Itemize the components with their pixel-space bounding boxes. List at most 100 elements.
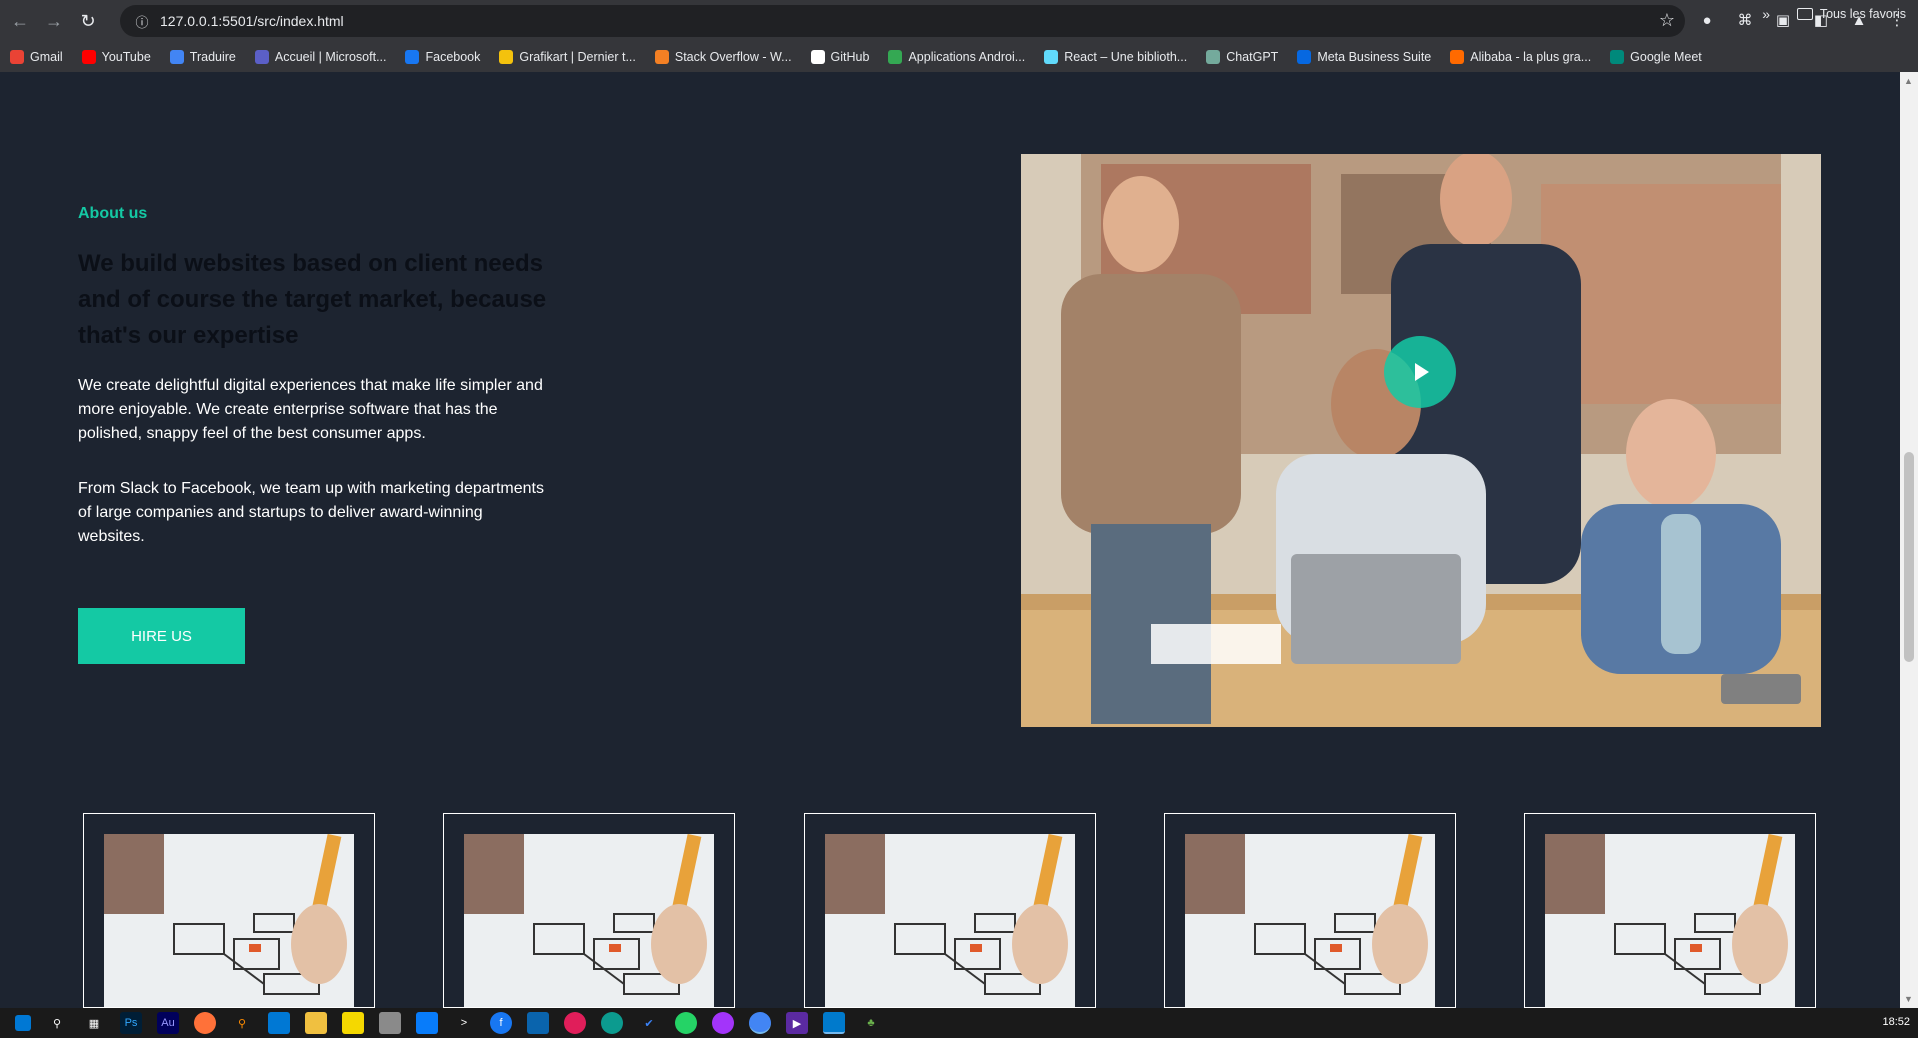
project-card[interactable] (83, 813, 375, 1008)
bookmark-item[interactable]: ChatGPT (1206, 50, 1278, 64)
bookmark-label: Facebook (425, 50, 481, 64)
bookmark-item[interactable]: Alibaba - la plus gra... (1450, 50, 1591, 64)
scroll-down-icon[interactable]: ▼ (1904, 994, 1913, 1004)
bookmarks-bar: Gmail YouTube Traduire Accueil | Microsoft.… (0, 42, 1918, 72)
project-card[interactable] (1524, 813, 1816, 1008)
bookmark-favicon-icon (1044, 50, 1059, 64)
bookmark-label: Alibaba - la plus gra... (1470, 50, 1592, 64)
project-card[interactable] (443, 813, 735, 1008)
media-player-icon[interactable]: ▶ (786, 1012, 808, 1034)
bookmark-item[interactable]: Traduire (169, 50, 236, 64)
site-info-icon[interactable]: ⓘ (126, 5, 158, 37)
audition-icon[interactable]: Au (157, 1012, 179, 1034)
bookmark-label: Accueil | Microsoft... (274, 50, 387, 64)
whatsapp-icon[interactable] (675, 1012, 697, 1034)
bookmark-label: Google Meet (1630, 50, 1702, 64)
url-text[interactable]: 127.0.0.1:5501/src/index.html (160, 13, 344, 29)
wireframe-sketch-image (825, 834, 1075, 1007)
folder-icon (1796, 8, 1813, 20)
bookmark-item[interactable]: Meta Business Suite (1297, 50, 1431, 64)
bookmark-item[interactable]: GitHub (810, 50, 870, 64)
file-explorer-icon[interactable] (305, 1012, 327, 1034)
bookmark-label: GitHub (830, 50, 870, 64)
webstorm-icon[interactable] (416, 1012, 438, 1034)
app-icon[interactable] (379, 1012, 401, 1034)
all-bookmarks-label: Tous les favoris (1819, 7, 1906, 21)
back-icon[interactable]: ← (6, 7, 34, 35)
reload-icon[interactable]: ↻ (74, 7, 102, 35)
about-label: About us (78, 205, 148, 222)
firefox-icon[interactable] (194, 1012, 216, 1034)
bookmark-item[interactable]: Facebook (405, 50, 480, 64)
wireframe-sketch-image (104, 834, 354, 1007)
wireframe-sketch-image (1185, 834, 1435, 1007)
bookmark-favicon-icon (1610, 50, 1625, 64)
todo-icon[interactable]: ✔ (638, 1012, 660, 1034)
edge-icon[interactable] (601, 1012, 623, 1034)
about-paragraph-1: We create delightful digital experiences… (78, 377, 543, 442)
hire-us-button[interactable]: HIRE US (78, 608, 245, 664)
bookmark-favicon-icon (1206, 50, 1221, 64)
bookmark-favicon-icon (254, 50, 269, 64)
bookmark-favicon-icon (169, 50, 184, 64)
facebook-icon[interactable]: f (490, 1012, 512, 1034)
bookmark-item[interactable]: Accueil | Microsoft... (254, 50, 387, 64)
bookmark-item[interactable]: Applications Androi... (888, 50, 1025, 64)
bookmark-favicon-icon (654, 50, 669, 64)
taskbar-clock: 18:52 (1882, 1016, 1910, 1028)
photoshop-icon[interactable]: Ps (120, 1012, 142, 1034)
address-bar[interactable]: ⓘ 127.0.0.1:5501/src/index.html ☆ (120, 5, 1685, 37)
about-headline: We build websites based on client needs … (78, 250, 547, 349)
bookmark-star-icon[interactable]: ☆ (1659, 10, 1675, 31)
bookmark-item[interactable]: Gmail (10, 50, 63, 64)
bookmark-favicon-icon (888, 50, 903, 64)
windows-start-icon[interactable] (15, 1015, 31, 1031)
terminal-icon[interactable]: > (453, 1012, 475, 1034)
bookmark-favicon-icon (81, 50, 96, 64)
bookmark-label: Applications Androi... (908, 50, 1026, 64)
scrollbar-thumb[interactable] (1904, 452, 1914, 662)
page-scrollbar[interactable]: ▲ ▼ (1900, 72, 1918, 1008)
forward-icon[interactable]: → (40, 7, 68, 35)
search-app-icon[interactable]: ⚲ (231, 1012, 253, 1034)
outlook-icon[interactable] (527, 1012, 549, 1034)
store-icon[interactable] (268, 1012, 290, 1034)
clover-app-icon[interactable]: ♣ (860, 1012, 882, 1034)
bookmark-item[interactable]: Stack Overflow - W... (654, 50, 792, 64)
team-photo-illustration (1021, 154, 1821, 727)
extensions-puzzle-icon[interactable]: ▣ (1770, 7, 1796, 33)
chrome-icon[interactable] (749, 1012, 771, 1034)
bookmark-item[interactable]: YouTube (81, 50, 151, 64)
color-extension-icon[interactable]: ● (1694, 7, 1720, 33)
slack-icon[interactable] (564, 1012, 586, 1034)
scroll-up-icon[interactable]: ▲ (1904, 76, 1913, 86)
bookmark-label: React – Une biblioth... (1064, 50, 1188, 64)
bookmark-label: Traduire (189, 50, 236, 64)
bookmark-item[interactable]: Grafikart | Dernier t... (499, 50, 636, 64)
project-card[interactable] (1164, 813, 1456, 1008)
bookmark-item[interactable]: React – Une biblioth... (1044, 50, 1187, 64)
wireframe-sketch-image (464, 834, 714, 1007)
bookmark-label: Grafikart | Dernier t... (519, 50, 636, 64)
windows-taskbar: ⚲ ▦ Ps Au ⚲ > f ✔ ▶ ♣ 18:52 (0, 1008, 1918, 1038)
task-view-icon[interactable]: ▦ (83, 1012, 105, 1034)
wireframe-sketch-image (1545, 834, 1795, 1007)
sticky-notes-icon[interactable] (342, 1012, 364, 1034)
bookmark-favicon-icon (10, 50, 24, 64)
bookmark-label: Stack Overflow - W... (674, 50, 792, 64)
extension-icon[interactable]: ⌘ (1732, 7, 1758, 33)
about-paragraph-2: From Slack to Facebook, we team up with … (78, 480, 544, 545)
bookmark-favicon-icon (1450, 50, 1465, 64)
bookmark-favicon-icon (405, 50, 420, 64)
search-icon[interactable]: ⚲ (46, 1012, 68, 1034)
play-video-icon[interactable] (1384, 336, 1456, 408)
bookmark-favicon-icon (499, 50, 514, 64)
messenger-icon[interactable] (712, 1012, 734, 1034)
browser-toolbar: ← → ↻ ⓘ 127.0.0.1:5501/src/index.html ☆ … (0, 0, 1918, 42)
vscode-icon[interactable] (823, 1012, 845, 1034)
bookmark-item[interactable]: Google Meet (1610, 50, 1702, 64)
bookmark-favicon-icon (1297, 50, 1312, 64)
all-bookmarks-folder[interactable]: Tous les favoris (1796, 7, 1906, 21)
project-card[interactable] (804, 813, 1096, 1008)
more-bookmarks-icon[interactable]: » (1762, 6, 1770, 22)
